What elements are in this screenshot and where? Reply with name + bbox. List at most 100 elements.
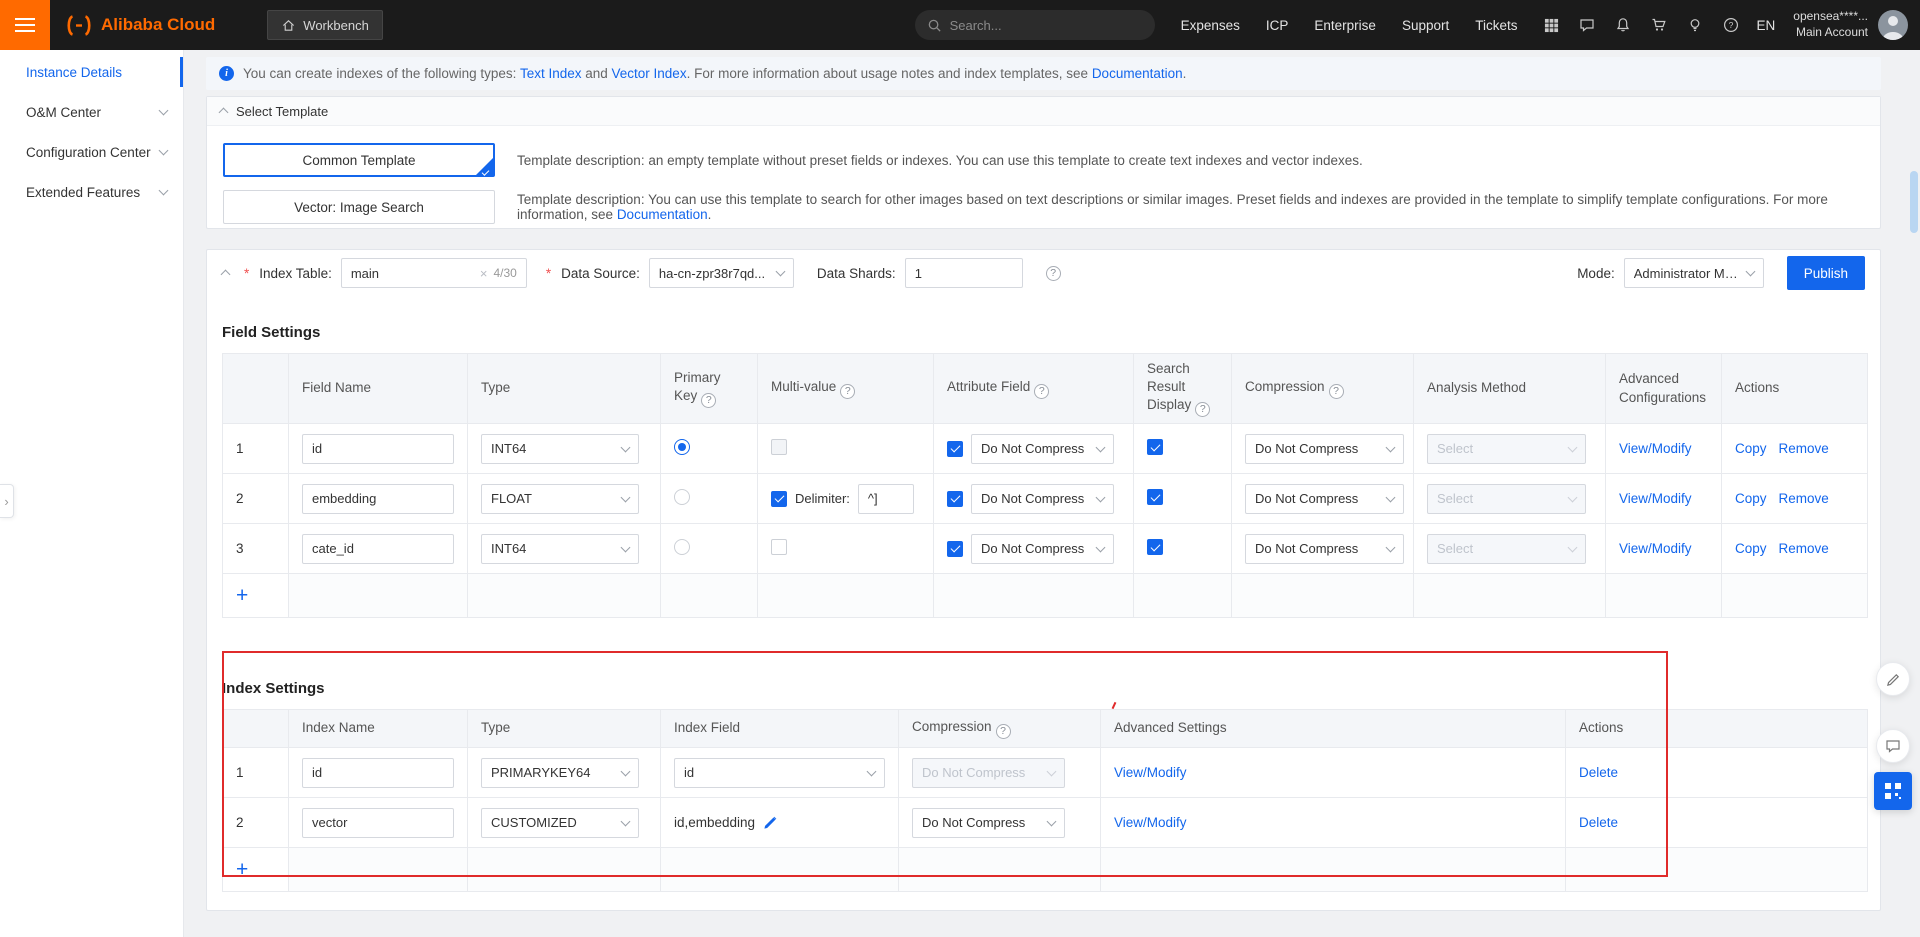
documentation-link[interactable]: Documentation [617, 207, 708, 222]
attribute-compression-select[interactable]: Do Not Compress [971, 483, 1114, 514]
index-name-input[interactable] [302, 757, 454, 788]
sidebar-item-configuration-center[interactable]: Configuration Center [0, 132, 183, 172]
analysis-method-select[interactable]: Select [1427, 483, 1586, 514]
multi-value-checkbox[interactable] [771, 539, 787, 556]
add-index-button[interactable]: + [236, 859, 248, 880]
index-compression-select[interactable]: Do Not Compress [912, 807, 1065, 838]
nav-icp[interactable]: ICP [1266, 18, 1289, 33]
text-index-link[interactable]: Text Index [520, 66, 582, 81]
collapse-chevron-icon[interactable] [220, 269, 231, 280]
sidebar-item-extended-features[interactable]: Extended Features [0, 172, 183, 212]
clear-icon[interactable]: × [480, 266, 488, 281]
select-template-header[interactable]: Select Template [207, 97, 1880, 126]
data-source-select[interactable]: ha-cn-zpr38r7qd... [648, 258, 794, 288]
remove-link[interactable]: Remove [1779, 541, 1829, 556]
support-chat-button[interactable] [1876, 729, 1910, 763]
compression-select[interactable]: Do Not Compress [1245, 533, 1404, 564]
sidebar-item-instance-details[interactable]: Instance Details [0, 52, 183, 92]
vector-index-link[interactable]: Vector Index [612, 66, 687, 81]
search-result-display-checkbox[interactable] [1147, 539, 1163, 556]
primary-key-radio[interactable] [674, 489, 690, 506]
nav-expenses[interactable]: Expenses [1181, 18, 1240, 33]
view-modify-link[interactable]: View/Modify [1619, 541, 1692, 556]
left-panel-expander[interactable]: › [0, 484, 14, 518]
feedback-edit-button[interactable] [1876, 662, 1910, 696]
field-name-input[interactable] [302, 533, 454, 564]
index-table-input[interactable] [350, 265, 474, 281]
attribute-compression-select[interactable]: Do Not Compress [971, 433, 1114, 464]
language-switch[interactable]: EN [1757, 18, 1776, 33]
question-icon[interactable]: ? [1328, 383, 1344, 399]
delete-link[interactable]: Delete [1579, 815, 1618, 830]
view-modify-link[interactable]: View/Modify [1619, 491, 1692, 506]
field-type-select[interactable]: INT64 [481, 433, 639, 464]
hamburger-menu-icon[interactable] [0, 0, 50, 50]
copy-link[interactable]: Copy [1735, 491, 1767, 506]
documentation-link[interactable]: Documentation [1092, 66, 1183, 81]
delete-link[interactable]: Delete [1579, 765, 1618, 780]
analysis-method-select[interactable]: Select [1427, 433, 1586, 464]
data-shards-input[interactable] [904, 258, 1023, 288]
avatar[interactable] [1878, 10, 1908, 40]
primary-key-radio[interactable] [674, 539, 690, 556]
sidebar-item-om-center[interactable]: O&M Center [0, 92, 183, 132]
index-type-select[interactable]: CUSTOMIZED [481, 807, 639, 838]
compression-select[interactable]: Do Not Compress [1245, 433, 1404, 464]
attribute-field-checkbox[interactable] [947, 440, 963, 457]
search-result-display-checkbox[interactable] [1147, 439, 1163, 456]
nav-enterprise[interactable]: Enterprise [1314, 18, 1376, 33]
question-icon[interactable]: ? [840, 383, 856, 399]
account-info[interactable]: opensea****... Main Account [1793, 9, 1868, 40]
apps-grid-icon[interactable] [1544, 18, 1559, 33]
compression-select[interactable]: Do Not Compress [1245, 483, 1404, 514]
question-icon[interactable]: ? [1195, 402, 1211, 418]
alibaba-cloud-logo[interactable]: Alibaba Cloud [64, 14, 215, 36]
help-icon[interactable]: ? [1723, 17, 1739, 33]
question-icon[interactable]: ? [1034, 383, 1050, 399]
edit-pencil-icon[interactable] [763, 815, 778, 830]
analysis-method-select[interactable]: Select [1427, 533, 1586, 564]
field-type-select[interactable]: FLOAT [481, 483, 639, 514]
remove-link[interactable]: Remove [1779, 491, 1829, 506]
search-input[interactable] [949, 17, 1143, 33]
lightbulb-icon[interactable] [1687, 17, 1703, 33]
question-icon[interactable]: ? [701, 392, 717, 408]
view-modify-link[interactable]: View/Modify [1114, 815, 1187, 830]
view-modify-link[interactable]: View/Modify [1114, 765, 1187, 780]
index-type-select[interactable]: PRIMARYKEY64 [481, 757, 639, 788]
mode-select[interactable]: Administrator Mo... [1623, 258, 1764, 288]
remove-link[interactable]: Remove [1779, 441, 1829, 456]
field-type-select[interactable]: INT64 [481, 533, 639, 564]
vector-image-search-option[interactable]: Vector: Image Search [223, 190, 495, 224]
index-name-input[interactable] [302, 807, 454, 838]
attribute-field-checkbox[interactable] [947, 540, 963, 557]
add-field-button[interactable]: + [236, 585, 248, 606]
question-icon[interactable]: ? [1045, 265, 1061, 281]
common-template-option[interactable]: Common Template [223, 143, 495, 177]
cart-icon[interactable] [1651, 17, 1667, 33]
view-modify-link[interactable]: View/Modify [1619, 441, 1692, 456]
index-compression-select[interactable]: Do Not Compress [912, 757, 1065, 788]
copy-link[interactable]: Copy [1735, 441, 1767, 456]
field-name-input[interactable] [302, 483, 454, 514]
nav-tickets[interactable]: Tickets [1475, 18, 1517, 33]
global-search[interactable] [914, 10, 1155, 40]
question-icon[interactable]: ? [995, 723, 1011, 739]
assistant-button[interactable] [1874, 772, 1912, 810]
workbench-button[interactable]: Workbench [267, 10, 383, 40]
multi-value-checkbox[interactable] [771, 439, 787, 456]
index-field-select[interactable]: id [674, 757, 885, 788]
notification-bell-icon[interactable] [1615, 17, 1631, 33]
primary-key-radio[interactable] [674, 439, 690, 456]
vertical-scrollbar-thumb[interactable] [1910, 171, 1918, 233]
attribute-field-checkbox[interactable] [947, 490, 963, 507]
nav-support[interactable]: Support [1402, 18, 1449, 33]
copy-link[interactable]: Copy [1735, 541, 1767, 556]
multi-value-checkbox[interactable] [771, 490, 787, 507]
search-result-display-checkbox[interactable] [1147, 489, 1163, 506]
attribute-compression-select[interactable]: Do Not Compress [971, 533, 1114, 564]
field-name-input[interactable] [302, 433, 454, 464]
delimiter-input[interactable] [857, 483, 914, 514]
publish-button[interactable]: Publish [1786, 256, 1865, 290]
message-icon[interactable] [1579, 17, 1595, 33]
